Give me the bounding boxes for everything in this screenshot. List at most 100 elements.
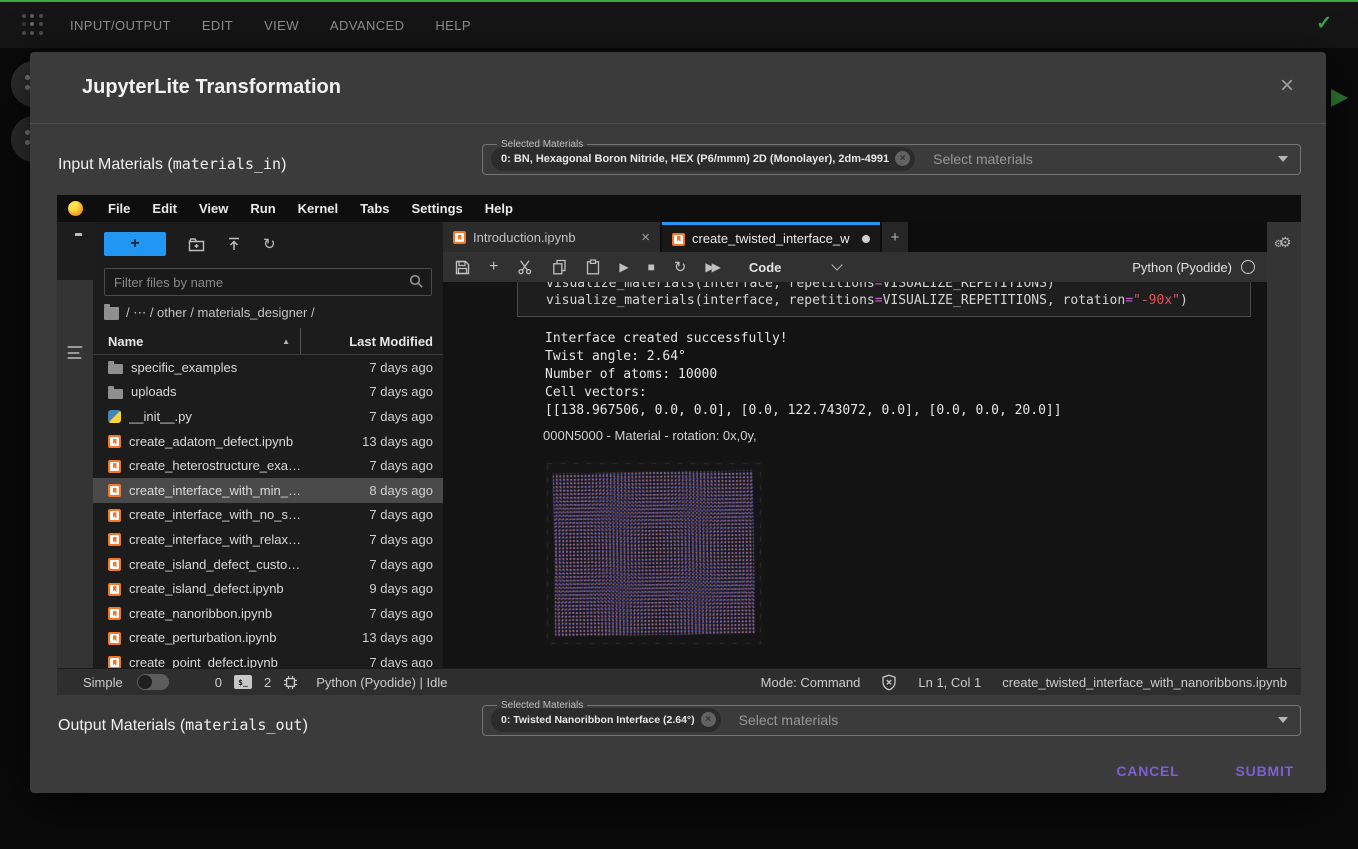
file-row[interactable]: create_interface_with_no_s…7 days ago bbox=[93, 503, 443, 528]
file-row[interactable]: create_perturbation.ipynb13 days ago bbox=[93, 626, 443, 651]
cursor-position[interactable]: Ln 1, Col 1 bbox=[918, 675, 981, 690]
upload-icon[interactable] bbox=[227, 237, 241, 252]
cancel-button[interactable]: CANCEL bbox=[1110, 762, 1185, 780]
copy-icon[interactable] bbox=[552, 259, 567, 275]
kernel-status-text[interactable]: Python (Pyodide) | Idle bbox=[316, 675, 447, 690]
output-line: Interface created successfully! bbox=[545, 330, 1062, 348]
chip-remove-icon[interactable]: × bbox=[701, 712, 716, 727]
submit-button[interactable]: SUBMIT bbox=[1230, 762, 1300, 780]
stop-icon[interactable]: ■ bbox=[648, 261, 655, 273]
jupyter-menu-item-settings[interactable]: Settings bbox=[401, 201, 474, 216]
command-mode-indicator[interactable]: Mode: Command bbox=[761, 675, 861, 690]
output-material-chip[interactable]: 0: Twisted Nanoribbon Interface (2.64°) … bbox=[491, 708, 721, 732]
file-row[interactable]: create_island_defect.ipynb9 days ago bbox=[93, 576, 443, 601]
refresh-icon[interactable]: ↻ bbox=[263, 237, 276, 252]
file-name: uploads bbox=[131, 384, 323, 399]
jupyter-menu-item-help[interactable]: Help bbox=[474, 201, 524, 216]
kernels-count[interactable]: 2 bbox=[264, 675, 271, 690]
notebook-icon bbox=[108, 656, 121, 668]
filter-files-input[interactable] bbox=[104, 268, 432, 296]
input-material-chip[interactable]: 0: BN, Hexagonal Boron Nitride, HEX (P6/… bbox=[491, 147, 915, 171]
run-icon[interactable]: ▶ bbox=[619, 261, 628, 273]
column-header-modified[interactable]: Last Modified bbox=[300, 328, 433, 354]
jupyter-menu-item-kernel[interactable]: Kernel bbox=[287, 201, 349, 216]
restart-kernel-icon[interactable]: ↻ bbox=[674, 260, 687, 275]
close-icon[interactable]: × bbox=[1280, 74, 1294, 98]
dialog-actions: CANCEL SUBMIT bbox=[1110, 756, 1300, 786]
app-menu-item-view[interactable]: VIEW bbox=[264, 18, 299, 33]
output-line: Cell vectors: bbox=[545, 384, 1062, 402]
cut-icon[interactable] bbox=[517, 259, 533, 275]
input-materials-select[interactable]: Selected Materials 0: BN, Hexagonal Boro… bbox=[482, 139, 1301, 175]
tab-label: Introduction.ipynb bbox=[473, 230, 633, 245]
trust-shield-icon[interactable] bbox=[881, 674, 897, 691]
file-modified: 7 days ago bbox=[323, 532, 433, 547]
file-list: specific_examples7 days agouploads7 days… bbox=[93, 355, 443, 668]
folder-icon bbox=[108, 389, 123, 399]
file-row[interactable]: specific_examples7 days ago bbox=[93, 355, 443, 380]
file-row[interactable]: create_interface_with_min_…8 days ago bbox=[93, 478, 443, 503]
check-icon[interactable]: ✓ bbox=[1316, 12, 1332, 35]
insert-cell-icon[interactable]: + bbox=[489, 259, 498, 275]
restart-run-all-icon[interactable]: ▶▶ bbox=[705, 261, 717, 273]
file-row[interactable]: create_nanoribbon.ipynb7 days ago bbox=[93, 601, 443, 626]
input-materials-placeholder: Select materials bbox=[933, 151, 1033, 167]
file-row[interactable]: create_heterostructure_exa…7 days ago bbox=[93, 453, 443, 478]
file-modified: 7 days ago bbox=[323, 606, 433, 621]
jupyter-menu: FileEditViewRunKernelTabsSettingsHelp bbox=[97, 201, 524, 216]
breadcrumb[interactable]: / ⋯ / other / materials_designer / bbox=[93, 296, 443, 326]
tab-close-icon[interactable]: × bbox=[641, 229, 650, 246]
file-row[interactable]: create_adatom_defect.ipynb13 days ago bbox=[93, 429, 443, 454]
kernel-chip-icon[interactable] bbox=[283, 675, 298, 690]
search-icon bbox=[409, 274, 424, 289]
tab-introduction[interactable]: Introduction.ipynb × bbox=[443, 222, 660, 252]
code-cell[interactable]: visualize_materials(interface, repetitio… bbox=[517, 282, 1251, 317]
input-materials-label-suffix: ) bbox=[281, 156, 286, 173]
file-modified: 9 days ago bbox=[323, 581, 433, 596]
terminals-count[interactable]: 0 bbox=[215, 675, 222, 690]
tab-create-twisted-interface[interactable]: create_twisted_interface_w bbox=[662, 222, 880, 252]
file-row[interactable]: __init__.py7 days ago bbox=[93, 404, 443, 429]
file-row[interactable]: create_island_defect_custo…7 days ago bbox=[93, 552, 443, 577]
app-grid-icon[interactable] bbox=[22, 14, 44, 36]
jupyter-menu-item-edit[interactable]: Edit bbox=[141, 201, 188, 216]
jupyter-menu-item-view[interactable]: View bbox=[188, 201, 239, 216]
new-launcher-button[interactable]: + bbox=[104, 232, 166, 256]
background-play-icon[interactable] bbox=[1331, 89, 1348, 107]
output-line: Twist angle: 2.64° bbox=[545, 348, 1062, 366]
app-menu-item-advanced[interactable]: ADVANCED bbox=[330, 18, 404, 33]
cell-output: Interface created successfully!Twist ang… bbox=[545, 330, 1062, 420]
table-of-contents-icon[interactable] bbox=[68, 346, 83, 359]
file-modified: 7 days ago bbox=[323, 409, 433, 424]
terminal-icon[interactable]: $_ bbox=[234, 675, 252, 689]
new-tab-button[interactable]: + bbox=[882, 222, 908, 252]
kernel-name: Python (Pyodide) bbox=[1132, 260, 1232, 275]
file-row[interactable]: uploads7 days ago bbox=[93, 380, 443, 405]
jupyter-menu-item-tabs[interactable]: Tabs bbox=[349, 201, 400, 216]
breadcrumb-path[interactable]: / ⋯ / other / materials_designer / bbox=[126, 305, 315, 321]
output-materials-select[interactable]: Selected Materials 0: Twisted Nanoribbon… bbox=[482, 700, 1301, 736]
cell-type-dropdown[interactable]: Code bbox=[749, 260, 842, 275]
app-menu-item-edit[interactable]: EDIT bbox=[202, 18, 233, 33]
chevron-down-icon[interactable] bbox=[1278, 156, 1288, 162]
file-modified: 7 days ago bbox=[323, 507, 433, 522]
app-menu-item-help[interactable]: HELP bbox=[435, 18, 471, 33]
jupyter-menu-item-file[interactable]: File bbox=[97, 201, 141, 216]
column-header-name[interactable]: Name ▲ bbox=[108, 334, 300, 349]
chip-remove-icon[interactable]: × bbox=[895, 151, 910, 166]
notebook-icon bbox=[108, 460, 121, 473]
new-folder-icon[interactable] bbox=[188, 237, 205, 252]
notebook-icon bbox=[108, 509, 121, 522]
file-row[interactable]: create_point_defect.ipynb7 days ago bbox=[93, 650, 443, 668]
app-menu-item-input-output[interactable]: INPUT/OUTPUT bbox=[70, 18, 171, 33]
property-inspector-gears-icon[interactable]: ⚙⚙ bbox=[1274, 234, 1292, 252]
output-line: [[138.967506, 0.0, 0.0], [0.0, 122.74307… bbox=[545, 402, 1062, 420]
chevron-down-icon[interactable] bbox=[1278, 717, 1288, 723]
paste-icon[interactable] bbox=[586, 259, 600, 275]
file-modified: 8 days ago bbox=[323, 483, 433, 498]
jupyter-menu-item-run[interactable]: Run bbox=[239, 201, 286, 216]
simple-mode-toggle[interactable] bbox=[137, 674, 169, 690]
file-row[interactable]: create_interface_with_relax…7 days ago bbox=[93, 527, 443, 552]
kernel-selector[interactable]: Python (Pyodide) bbox=[1132, 260, 1255, 275]
save-icon[interactable] bbox=[455, 260, 470, 275]
